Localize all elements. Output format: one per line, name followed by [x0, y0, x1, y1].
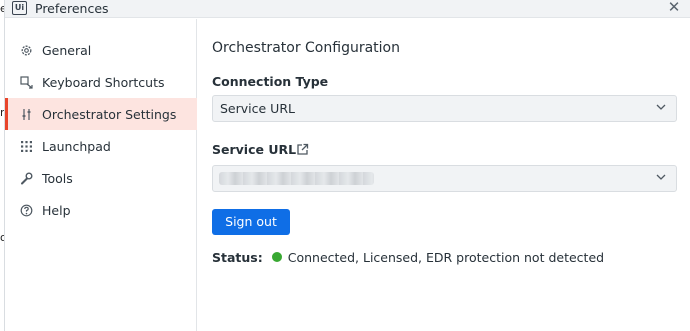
sidebar-item-tools[interactable]: Tools [5, 162, 197, 194]
sidebar-item-help[interactable]: Help [5, 194, 197, 226]
status-connected-icon [271, 252, 282, 262]
sidebar-item-label: Help [42, 202, 71, 218]
sidebar-item-orchestrator-settings[interactable]: Orchestrator Settings [5, 98, 197, 130]
page-title: Orchestrator Configuration [212, 40, 400, 56]
gear-icon [19, 43, 33, 57]
keyboard-shortcut-icon [19, 75, 33, 89]
sidebar-item-launchpad[interactable]: Launchpad [5, 130, 197, 162]
title-bar: Ui Preferences ✕ [5, 0, 690, 18]
sidebar-item-label: Keyboard Shortcuts [42, 74, 165, 90]
help-icon [19, 203, 33, 217]
status-label: Status: [212, 249, 263, 265]
sidebar-item-general[interactable]: General [5, 34, 197, 66]
connection-type-label: Connection Type [212, 74, 329, 89]
sidebar: General Keyboard Shortcuts Orchestrator … [5, 19, 197, 331]
sidebar-item-label: Tools [42, 170, 73, 186]
sidebar-item-keyboard-shortcuts[interactable]: Keyboard Shortcuts [5, 66, 197, 98]
sidebar-item-label: Launchpad [42, 138, 111, 154]
service-url-label: Service URL [212, 142, 297, 157]
grid-icon [19, 139, 33, 153]
connection-type-select[interactable]: Service URL [212, 95, 677, 122]
service-url-select[interactable] [212, 165, 677, 192]
external-link-icon[interactable] [296, 143, 309, 156]
uipath-logo-icon: Ui [12, 1, 27, 15]
window-title: Preferences [35, 1, 109, 16]
close-icon[interactable]: ✕ [666, 0, 682, 16]
preferences-window: Ui Preferences ✕ General Keyboard Shortc… [4, 0, 690, 331]
sliders-icon [19, 107, 33, 121]
sidebar-item-label: Orchestrator Settings [42, 106, 177, 122]
redacted-url-value [219, 172, 374, 185]
chevron-down-icon [656, 104, 666, 110]
sign-out-button[interactable]: Sign out [212, 209, 290, 235]
wrench-icon [19, 171, 33, 185]
connection-type-value: Service URL [220, 101, 295, 116]
status-row: Status: Connected, Licensed, EDR protect… [212, 249, 604, 265]
status-text: Connected, Licensed, EDR protection not … [287, 249, 605, 265]
chevron-down-icon [656, 174, 666, 180]
sidebar-item-label: General [42, 42, 92, 58]
